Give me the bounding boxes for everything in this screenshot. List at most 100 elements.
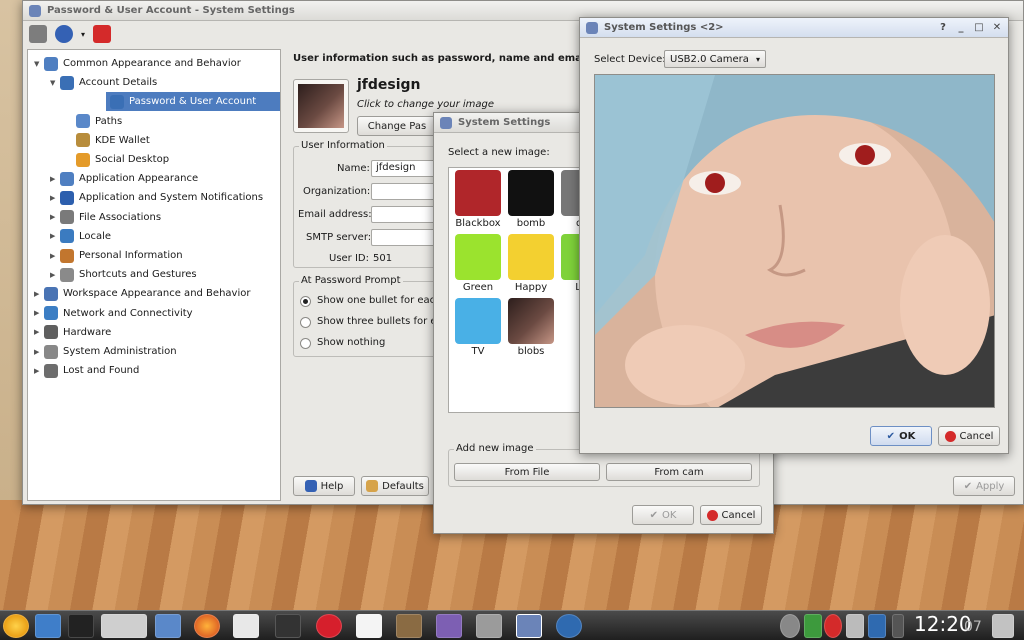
collapsed-arrow-icon[interactable]: ▶ — [34, 367, 44, 375]
device-select[interactable]: USB2.0 Camera ▾ — [664, 50, 766, 68]
clock-seconds: 07 — [964, 619, 982, 635]
help-button[interactable]: Help — [293, 476, 355, 496]
option-one-bullet: Show one bullet for each — [317, 295, 442, 306]
username-label: jfdesign — [357, 77, 421, 93]
name-field[interactable]: jfdesign — [371, 160, 441, 177]
smtp-field[interactable] — [371, 229, 441, 246]
collapsed-arrow-icon[interactable]: ▶ — [34, 328, 44, 336]
tree-item[interactable]: ▶ Hardware — [28, 323, 278, 342]
clock[interactable]: 12:20 — [914, 612, 972, 636]
tree-item[interactable]: ▼ Common Appearance and Behavior — [28, 54, 278, 73]
defaults-button[interactable]: Defaults — [361, 476, 429, 496]
change-password-button[interactable]: Change Pas — [357, 116, 437, 136]
tree-item-label: Social Desktop — [95, 154, 170, 165]
image-ok-button[interactable]: ✔ OK — [632, 505, 694, 525]
tray-notification-icon[interactable] — [824, 614, 842, 638]
tree-item[interactable]: ▶ Network and Connectivity — [28, 304, 278, 323]
camera-cancel-button[interactable]: Cancel — [938, 426, 1000, 446]
collapsed-arrow-icon[interactable]: ▶ — [50, 252, 60, 260]
avatar-button[interactable] — [293, 79, 349, 133]
email-field[interactable] — [371, 206, 441, 223]
tree-item-label: File Associations — [79, 211, 162, 223]
radio-one-bullet[interactable] — [300, 296, 311, 307]
console-icon[interactable] — [275, 614, 301, 638]
pidgin-icon[interactable] — [436, 614, 462, 638]
document-icon[interactable] — [356, 614, 382, 638]
expanded-arrow-icon[interactable]: ▼ — [34, 60, 44, 68]
terminal-icon[interactable] — [68, 614, 94, 638]
maximize-button[interactable]: □ — [974, 22, 984, 33]
radio-three-bullets[interactable] — [300, 317, 311, 328]
close-button[interactable]: ✕ — [992, 22, 1002, 33]
desktop-icon[interactable] — [35, 614, 61, 638]
tray-volume-icon[interactable] — [846, 614, 864, 638]
tree-item[interactable]: ▶ Shortcuts and Gestures — [28, 265, 278, 284]
tree-item[interactable]: ▶ File Associations — [28, 208, 278, 227]
collapsed-arrow-icon[interactable]: ▶ — [50, 194, 60, 202]
preview-left-hand — [625, 325, 745, 405]
collapsed-arrow-icon[interactable]: ▶ — [50, 232, 60, 240]
tree-item[interactable]: ▼ Account Details — [28, 73, 278, 92]
collapsed-arrow-icon[interactable]: ▶ — [50, 271, 60, 279]
collapsed-arrow-icon[interactable]: ▶ — [34, 290, 44, 298]
tree-item[interactable]: ▶ Application Appearance — [28, 169, 278, 188]
help-menu-icon[interactable] — [55, 25, 73, 43]
image-option[interactable]: Happy — [506, 234, 556, 293]
user-icon — [110, 94, 124, 109]
radio-show-nothing[interactable] — [300, 338, 311, 349]
system-settings-task-icon[interactable] — [516, 614, 542, 638]
help-window-button[interactable]: ? — [938, 22, 948, 33]
tray-expand-icon[interactable] — [892, 614, 904, 638]
trash-icon[interactable] — [992, 614, 1014, 638]
file-manager-icon[interactable] — [155, 614, 181, 638]
tree-item[interactable]: ▶ Personal Information — [28, 246, 278, 265]
category-tree[interactable]: ▼ Common Appearance and Behavior ▼ Account … — [27, 49, 281, 501]
tree-item[interactable]: ▶ Lost and Found — [28, 361, 278, 380]
tree-item[interactable]: KDE Wallet — [28, 131, 278, 150]
firefox-icon[interactable] — [194, 614, 220, 638]
tree-item[interactable]: Social Desktop — [28, 150, 278, 169]
package-icon[interactable] — [476, 614, 502, 638]
from-cam-button[interactable]: From cam — [606, 463, 752, 481]
collapsed-arrow-icon[interactable]: ▶ — [34, 309, 44, 317]
kickoff-menu-icon[interactable] — [3, 614, 29, 638]
camera-dialog-titlebar[interactable]: System Settings <2> ? _ □ ✕ — [580, 18, 1008, 38]
tree-item[interactable]: ▶ System Administration — [28, 342, 278, 361]
tree-item[interactable]: ▶ Application and System Notifications — [28, 188, 278, 207]
gear-icon — [44, 363, 58, 378]
image-option[interactable]: blobs — [506, 298, 556, 357]
thunderbird-icon[interactable] — [556, 614, 582, 638]
image-option[interactable]: bomb — [506, 170, 556, 229]
image-option-label: Happy — [514, 282, 548, 293]
tree-item-label: Application Appearance — [79, 173, 199, 185]
tree-item[interactable]: ▶ Workspace Appearance and Behavior — [28, 284, 278, 303]
apply-button[interactable]: ✔ Apply — [953, 476, 1015, 496]
image-option[interactable]: Green — [453, 234, 503, 293]
collapsed-arrow-icon[interactable]: ▶ — [34, 348, 44, 356]
quit-icon[interactable] — [93, 25, 112, 43]
tree-item[interactable]: ▶ Locale — [28, 227, 278, 246]
image-option[interactable]: TV — [453, 298, 503, 357]
gimp-icon[interactable] — [396, 614, 422, 638]
updates-icon[interactable] — [780, 614, 800, 638]
image-option[interactable]: Blackbox — [453, 170, 503, 229]
minimize-button[interactable]: _ — [956, 22, 966, 33]
collapsed-arrow-icon[interactable]: ▶ — [50, 213, 60, 221]
overview-icon[interactable] — [29, 25, 47, 43]
camera-ok-button[interactable]: ✔ OK — [870, 426, 932, 446]
collapsed-arrow-icon[interactable]: ▶ — [50, 175, 60, 183]
tree-item[interactable]: Paths — [28, 112, 278, 131]
image-cancel-button[interactable]: Cancel — [700, 505, 762, 525]
wallet-icon — [76, 133, 90, 148]
text-editor-icon[interactable] — [233, 614, 259, 638]
organization-field[interactable] — [371, 183, 441, 200]
pager-icon[interactable] — [101, 614, 147, 638]
from-file-button[interactable]: From File — [454, 463, 600, 481]
tray-device-icon[interactable] — [868, 614, 886, 638]
checkmark-icon: ✔ — [649, 509, 658, 521]
chevron-down-icon[interactable]: ▾ — [81, 30, 85, 39]
expanded-arrow-icon[interactable]: ▼ — [50, 79, 60, 87]
tree-item[interactable]: Password & User Account — [106, 92, 280, 112]
lastfm-icon[interactable] — [316, 614, 342, 638]
tray-network-icon[interactable] — [804, 614, 822, 638]
